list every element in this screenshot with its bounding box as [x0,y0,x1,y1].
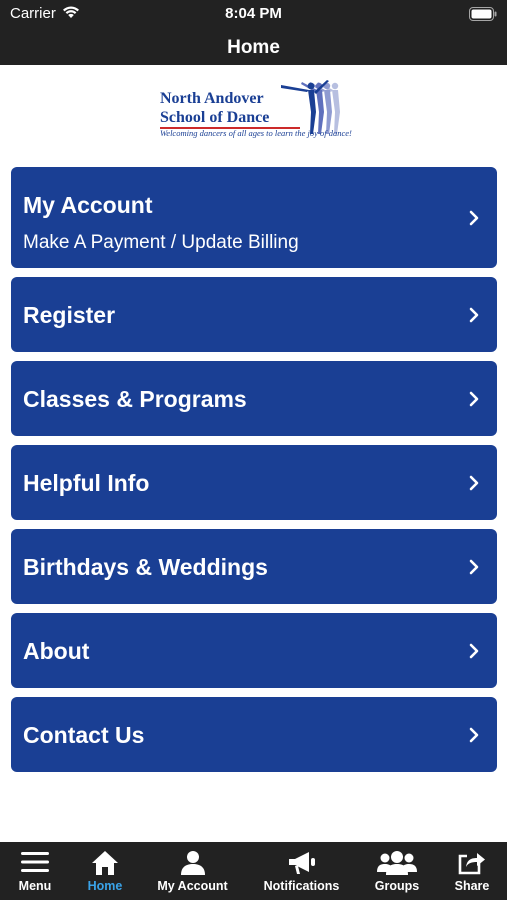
megaphone-icon [287,850,317,881]
tab-label: Share [454,879,490,893]
tab-label: My Account [157,879,228,893]
logo-tagline: Welcoming dancers of all ages to learn t… [160,128,352,138]
menu-item-classes-programs[interactable]: Classes & Programs [11,361,497,436]
menu-item-helpful-info[interactable]: Helpful Info [11,445,497,520]
home-menu: My Account Make A Payment / Update Billi… [11,167,497,781]
status-bar: Carrier 8:04 PM [0,0,507,30]
tab-share[interactable]: Share [440,842,504,900]
tab-groups[interactable]: Groups [362,842,432,900]
menu-item-label: Helpful Info [23,470,150,496]
menu-item-about[interactable]: About [11,613,497,688]
school-logo: North Andover School of Dance Welcoming … [155,76,355,142]
menu-item-contact-us[interactable]: Contact Us [11,697,497,772]
menu-item-sublabel: Make A Payment / Update Billing [23,232,299,253]
home-icon [91,850,119,881]
tab-bar: Menu Home My Account Notifications Group… [0,842,507,900]
menu-item-label: Register [23,302,116,328]
chevron-right-icon [469,307,479,328]
tab-notifications[interactable]: Notifications [254,842,349,900]
chevron-right-icon [469,210,479,231]
battery-icon [469,7,497,26]
menu-item-label: Birthdays & Weddings [23,554,268,580]
navigation-bar: Home [0,30,507,65]
chevron-right-icon [469,643,479,664]
tab-label: Groups [374,879,420,893]
chevron-right-icon [469,727,479,748]
tab-home[interactable]: Home [70,842,140,900]
menu-item-birthdays-weddings[interactable]: Birthdays & Weddings [11,529,497,604]
logo-line1: North Andover [160,90,264,107]
tab-label: Menu [18,879,52,893]
clock: 8:04 PM [225,5,282,22]
chevron-right-icon [469,391,479,412]
hamburger-icon [20,850,50,879]
menu-item-register[interactable]: Register [11,277,497,352]
menu-item-label: My Account [23,192,153,218]
menu-item-label: Classes & Programs [23,386,247,412]
menu-item-my-account[interactable]: My Account Make A Payment / Update Billi… [11,167,497,268]
user-icon [179,850,207,881]
page-title: Home [227,37,280,58]
tab-label: Home [87,879,123,893]
tab-label: Notifications [263,879,340,893]
tab-my-account[interactable]: My Account [145,842,240,900]
share-icon [457,850,487,881]
chevron-right-icon [469,559,479,580]
group-icon [377,850,417,881]
logo-line2: School of Dance [160,109,270,126]
chevron-right-icon [469,475,479,496]
menu-item-label: Contact Us [23,722,145,748]
menu-item-label: About [23,638,90,664]
tab-menu[interactable]: Menu [0,842,70,900]
